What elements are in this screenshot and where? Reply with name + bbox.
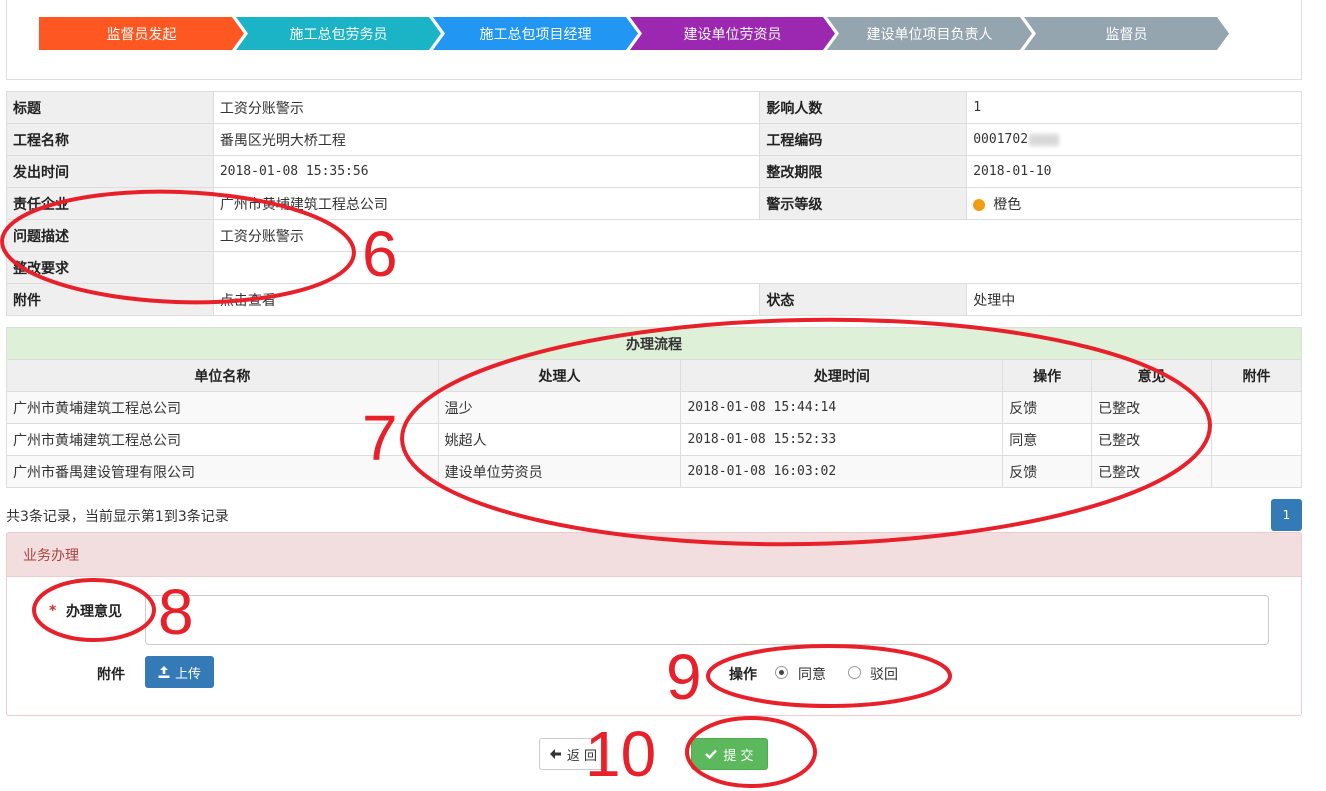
cell-attachment bbox=[1211, 423, 1302, 456]
step-supervisor: 监督员 bbox=[1024, 17, 1229, 50]
cell-handler: 姚超人 bbox=[437, 423, 682, 456]
deadline-value: 2018-01-10 bbox=[966, 155, 1302, 188]
table-row: 广州市番禺建设管理有限公司 建设单位劳资员 2018-01-08 16:03:0… bbox=[6, 455, 1302, 488]
cell-unit: 广州市番禺建设管理有限公司 bbox=[6, 455, 439, 488]
col-header-opinion: 意见 bbox=[1091, 359, 1213, 392]
agree-radio[interactable] bbox=[775, 666, 788, 679]
cell-operation: 同意 bbox=[1002, 423, 1093, 456]
check-icon bbox=[705, 749, 718, 759]
issued-time-value: 2018-01-08 15:35:56 bbox=[212, 155, 761, 188]
cell-time: 2018-01-08 15:44:14 bbox=[680, 391, 1004, 424]
warning-info-table: 标题 工资分账警示 影响人数 1 工程名称 番禺区光明大桥工程 工程编码 000… bbox=[6, 91, 1303, 316]
business-panel-header: 业务办理 bbox=[7, 533, 1301, 577]
reject-radio[interactable] bbox=[848, 666, 861, 679]
info-row: 责任企业 广州市黄埔建筑工程总公司 警示等级 橙色 bbox=[6, 187, 1302, 220]
step-contractor-project-manager: 施工总包项目经理 bbox=[433, 17, 638, 50]
step-owner-project-lead: 建设单位项目负责人 bbox=[827, 17, 1032, 50]
cell-attachment bbox=[1211, 391, 1302, 424]
info-row: 发出时间 2018-01-08 15:35:56 整改期限 2018-01-10 bbox=[6, 155, 1302, 188]
cell-unit: 广州市黄埔建筑工程总公司 bbox=[6, 391, 439, 424]
status-label: 状态 bbox=[759, 283, 968, 316]
table-row: 广州市黄埔建筑工程总公司 姚超人 2018-01-08 15:52:33 同意 … bbox=[6, 423, 1302, 456]
orange-dot-icon bbox=[973, 198, 986, 211]
col-header-unit: 单位名称 bbox=[6, 359, 439, 392]
reject-radio-label[interactable]: 驳回 bbox=[870, 664, 898, 684]
title-label: 标题 bbox=[6, 91, 214, 124]
cell-opinion: 已整改 bbox=[1091, 423, 1213, 456]
affected-value: 1 bbox=[966, 91, 1302, 124]
rectify-req-value bbox=[212, 251, 1303, 284]
warning-level-value: 橙色 bbox=[993, 196, 1022, 213]
cell-operation: 反馈 bbox=[1002, 455, 1093, 488]
col-header-operation: 操作 bbox=[1002, 359, 1093, 392]
pagination-summary: 共3条记录，当前显示第1到3条记录 bbox=[6, 509, 229, 525]
back-button-label: 返 回 bbox=[566, 748, 598, 764]
required-mark: * bbox=[49, 603, 57, 619]
submit-button-label: 提 交 bbox=[723, 748, 754, 764]
upload-attachment-label: 附件 bbox=[97, 667, 125, 683]
process-table: 办理流程 单位名称 处理人 处理时间 操作 意见 附件 广州市黄埔建筑工程总公司… bbox=[6, 327, 1302, 488]
info-row: 附件 点击查看 状态 处理中 bbox=[6, 283, 1302, 316]
cell-handler: 温少 bbox=[437, 391, 682, 424]
col-header-time: 处理时间 bbox=[680, 359, 1004, 392]
cell-handler: 建设单位劳资员 bbox=[437, 455, 682, 488]
upload-icon bbox=[158, 666, 170, 678]
cell-attachment bbox=[1211, 455, 1302, 488]
process-header-row: 单位名称 处理人 处理时间 操作 意见 附件 bbox=[6, 359, 1302, 392]
project-name-label: 工程名称 bbox=[6, 123, 214, 156]
opinion-label: 办理意见 bbox=[66, 604, 122, 620]
cell-time: 2018-01-08 16:03:02 bbox=[680, 455, 1004, 488]
responsible-company-label: 责任企业 bbox=[6, 187, 214, 220]
project-name-value: 番禺区光明大桥工程 bbox=[212, 123, 761, 156]
upload-button[interactable]: 上传 bbox=[145, 656, 214, 688]
step-contractor-labor-officer: 施工总包劳务员 bbox=[236, 17, 441, 50]
cell-opinion: 已整改 bbox=[1091, 455, 1213, 488]
problem-desc-value: 工资分账警示 bbox=[212, 219, 1303, 252]
project-code-cell: 0001702 bbox=[966, 123, 1302, 156]
upload-button-label: 上传 bbox=[174, 666, 201, 682]
cell-unit: 广州市黄埔建筑工程总公司 bbox=[6, 423, 439, 456]
attachment-link[interactable]: 点击查看 bbox=[212, 283, 761, 316]
cell-opinion: 已整改 bbox=[1091, 391, 1213, 424]
info-row: 标题 工资分账警示 影响人数 1 bbox=[6, 91, 1302, 124]
warning-level-cell: 橙色 bbox=[966, 187, 1302, 220]
problem-desc-label: 问题描述 bbox=[6, 219, 214, 252]
col-header-attachment: 附件 bbox=[1211, 359, 1302, 392]
affected-label: 影响人数 bbox=[759, 91, 968, 124]
project-code-value: 0001702 bbox=[973, 132, 1029, 147]
step-owner-labor-officer: 建设单位劳资员 bbox=[630, 17, 835, 50]
submit-button[interactable]: 提 交 bbox=[691, 738, 768, 770]
warning-level-label: 警示等级 bbox=[759, 187, 968, 220]
project-code-label: 工程编码 bbox=[759, 123, 968, 156]
cell-time: 2018-01-08 15:52:33 bbox=[680, 423, 1004, 456]
status-value: 处理中 bbox=[966, 283, 1302, 316]
responsible-company-value: 广州市黄埔建筑工程总公司 bbox=[212, 187, 761, 220]
table-row: 广州市黄埔建筑工程总公司 温少 2018-01-08 15:44:14 反馈 已… bbox=[6, 391, 1302, 424]
issued-time-label: 发出时间 bbox=[6, 155, 214, 188]
back-button[interactable]: 返 回 bbox=[539, 738, 608, 770]
operation-label: 操作 bbox=[729, 667, 757, 683]
opinion-textarea[interactable] bbox=[145, 595, 1269, 645]
info-row: 整改要求 bbox=[6, 251, 1303, 284]
step-supervisor-initiate: 监督员发起 bbox=[39, 17, 244, 50]
agree-radio-label[interactable]: 同意 bbox=[798, 664, 826, 684]
workflow-panel: 监督员发起 施工总包劳务员 施工总包项目经理 建设单位劳资员 建设单位项目负责人… bbox=[6, 0, 1302, 80]
cell-operation: 反馈 bbox=[1002, 391, 1093, 424]
col-header-handler: 处理人 bbox=[437, 359, 682, 392]
title-value: 工资分账警示 bbox=[212, 91, 761, 124]
business-panel: 业务办理 * 办理意见 附件 上传 操作 同意 驳回 bbox=[6, 532, 1302, 716]
info-row: 问题描述 工资分账警示 bbox=[6, 219, 1303, 252]
deadline-label: 整改期限 bbox=[759, 155, 968, 188]
info-row: 工程名称 番禺区光明大桥工程 工程编码 0001702 bbox=[6, 123, 1302, 156]
process-caption: 办理流程 bbox=[6, 327, 1302, 360]
arrow-left-icon bbox=[549, 749, 561, 759]
attachment-label: 附件 bbox=[6, 283, 214, 316]
page-1-button[interactable]: 1 bbox=[1271, 499, 1302, 531]
rectify-req-label: 整改要求 bbox=[6, 251, 214, 284]
blurred-code-mask bbox=[1029, 133, 1060, 146]
